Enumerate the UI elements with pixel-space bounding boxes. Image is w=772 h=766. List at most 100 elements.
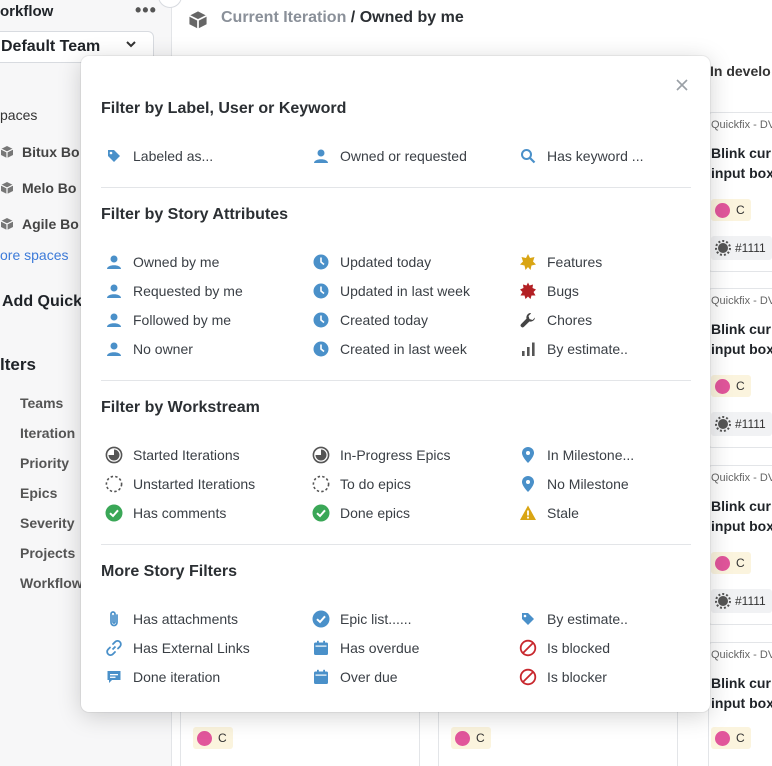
card-chip-label: C [736,379,745,393]
sidebar-filter-severity[interactable]: Severity [20,515,74,531]
section-title: More Story Filters [101,563,238,580]
filter-option-label: Epic list...... [340,611,412,627]
story-card[interactable]: Quickfix - DV Blink cur input box C #111… [708,288,772,448]
card-chip: C [711,199,751,221]
bug-icon [519,282,537,300]
filter-option-labeled-as[interactable]: Labeled as... [105,147,213,165]
blocked-icon [519,639,537,657]
card-id-badge: #1111 [711,236,772,260]
filter-option-has-external-links[interactable]: Has External Links [105,639,250,657]
sidebar-space-item[interactable]: Bitux Bo [0,144,80,160]
card-id-badge: #1111 [711,412,772,436]
sidebar-space-label: Melo Bo [22,180,77,196]
map-pin-icon [519,446,537,464]
user-icon [105,253,123,271]
link-icon [105,639,123,657]
filter-option-label: Started Iterations [133,447,240,463]
filter-option-followed-by-me[interactable]: Followed by me [105,311,231,329]
filter-option-no-milestone[interactable]: No Milestone [519,475,629,493]
filter-option-started-iterations[interactable]: Started Iterations [105,446,240,464]
filter-option-label: In-Progress Epics [340,447,451,463]
filter-option-has-overdue[interactable]: Has overdue [312,639,419,657]
team-selector-label: Default Team [1,38,101,55]
story-card[interactable]: Quickfix - DV Blink cur input box C #111… [708,465,772,625]
section-title: Filter by Story Attributes [101,206,288,223]
filter-option-stale[interactable]: Stale [519,504,579,522]
pink-dot-icon [197,730,212,746]
filter-option-done-epics[interactable]: Done epics [312,504,410,522]
filter-option-created-in-last-week[interactable]: Created in last week [312,340,467,358]
filter-option-bugs[interactable]: Bugs [519,282,579,300]
card-id: #1111 [735,241,766,255]
sidebar-filter-priority[interactable]: Priority [20,455,69,471]
filter-option-no-owner[interactable]: No owner [105,340,193,358]
feature-star-icon [519,253,537,271]
close-button[interactable] [671,74,693,96]
card-chip: C [711,375,751,397]
filter-option-label: By estimate.. [547,611,628,627]
filter-option-by-estimate[interactable]: By estimate.. [519,340,628,358]
filter-option-updated-today[interactable]: Updated today [312,253,431,271]
sidebar-filter-projects[interactable]: Projects [20,545,75,561]
paperclip-icon [105,610,123,628]
card-title-line-2: input box [711,341,772,357]
breadcrumb: Current Iteration / Owned by me [221,9,464,27]
card-meta: Quickfix - DV [711,472,772,484]
filter-option-label: Chores [547,312,593,328]
filter-option-label: To do epics [340,476,411,492]
section-title: Filter by Label, User or Keyword [101,100,347,117]
card-meta: Quickfix - DV [711,295,772,307]
section-title: Filter by Workstream [101,399,260,416]
filter-option-label: Stale [547,505,579,521]
filter-option-in-progress-epics[interactable]: In-Progress Epics [312,446,450,464]
column-title: In develo [710,63,771,79]
filter-option-unstarted-iterations[interactable]: Unstarted Iterations [105,475,255,493]
filter-option-label: By estimate.. [547,341,628,357]
breadcrumb-parent[interactable]: Current Iteration [221,9,346,26]
breadcrumb-separator: / [350,9,356,26]
card-chip-label: C [736,203,745,217]
filter-option-created-today[interactable]: Created today [312,311,428,329]
add-quick-button[interactable]: Add Quick [2,293,82,311]
sidebar-space-item[interactable]: Melo Bo [0,180,76,196]
card-chip: C [711,552,751,574]
filter-option-owned-or-requested[interactable]: Owned or requested [312,147,467,165]
card-chip: C [193,727,233,749]
filter-option-chores[interactable]: Chores [519,311,592,329]
more-menu-button[interactable]: ••• [135,0,157,21]
search-icon [519,147,537,165]
filter-option-epic-list[interactable]: Epic list...... [312,610,412,628]
filter-option-done-iteration[interactable]: Done iteration [105,668,220,686]
filter-option-requested-by-me[interactable]: Requested by me [105,282,243,300]
user-icon [105,340,123,358]
filter-option-has-keyword[interactable]: Has keyword ... [519,147,643,165]
sidebar-space-item[interactable]: Agile Bo [0,216,79,232]
sidebar-filter-workflow[interactable]: Workflow [20,575,83,591]
sidebar-filter-teams[interactable]: Teams [20,395,63,411]
story-card[interactable]: Quickfix - DV Blink cur input box C [708,642,772,766]
filter-option-features[interactable]: Features [519,253,602,271]
gear-icon [715,593,731,609]
more-spaces-link[interactable]: ore spaces [0,247,68,263]
map-pin-icon [519,475,537,493]
check-circle-icon [105,504,123,522]
filter-option-to-do-epics[interactable]: To do epics [312,475,411,493]
sidebar-filter-epics[interactable]: Epics [20,485,57,501]
filter-option-updated-in-last-week[interactable]: Updated in last week [312,282,470,300]
pink-dot-icon [715,202,730,218]
pink-dot-icon [715,730,730,746]
filter-option-has-attachments[interactable]: Has attachments [105,610,238,628]
filter-option-has-comments[interactable]: Has comments [105,504,226,522]
sidebar-filter-iteration[interactable]: Iteration [20,425,75,441]
filter-option-is-blocker[interactable]: Is blocker [519,668,607,686]
story-card[interactable]: Quickfix - DV Blink cur input box C #111… [708,112,772,272]
filter-option-label: Is blocker [547,669,607,685]
filter-option-in-milestone[interactable]: In Milestone... [519,446,634,464]
warning-icon [519,504,537,522]
filter-option-by-estimate[interactable]: By estimate.. [519,610,628,628]
filter-option-owned-by-me[interactable]: Owned by me [105,253,219,271]
card-chip-label: C [736,731,745,745]
filter-option-over-due[interactable]: Over due [312,668,398,686]
card-chip-label: C [736,556,745,570]
filter-option-is-blocked[interactable]: Is blocked [519,639,610,657]
